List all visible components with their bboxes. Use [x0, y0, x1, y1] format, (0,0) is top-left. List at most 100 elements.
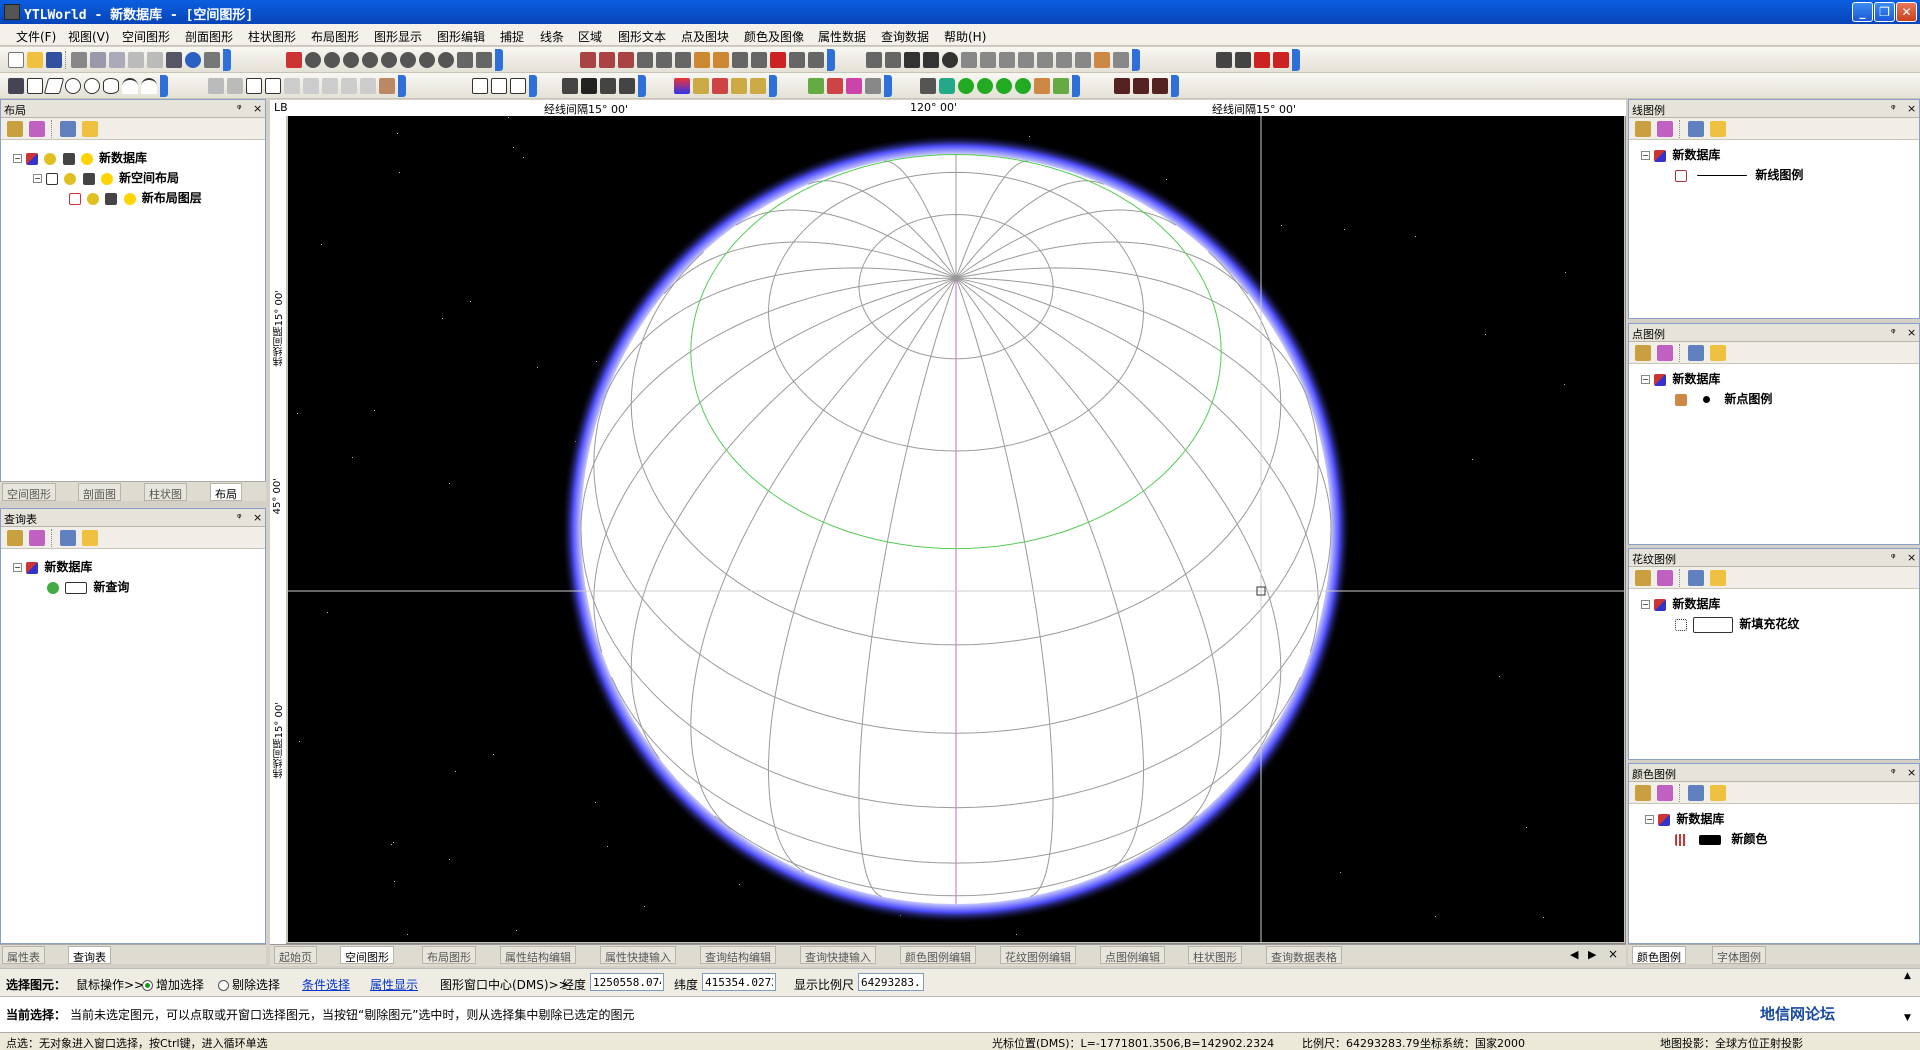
add-select-radio[interactable]: 增加选择: [142, 976, 204, 993]
tree-node-query[interactable]: 新查询: [47, 578, 129, 595]
lock-icon[interactable]: [82, 172, 95, 185]
zoom-next-icon[interactable]: [419, 52, 435, 68]
corner-2-icon[interactable]: [322, 78, 338, 94]
bulb-icon[interactable]: [80, 152, 93, 165]
split-icon[interactable]: [789, 52, 805, 68]
menu-area[interactable]: 区域: [578, 28, 602, 45]
collapse-icon[interactable]: −: [1641, 375, 1650, 384]
tab-color-legend[interactable]: 颜色图例: [1632, 946, 1686, 964]
scroll-up-icon[interactable]: ▲: [1904, 971, 1911, 981]
pin-icon[interactable]: ᵠ: [1891, 551, 1896, 564]
remove-select-radio[interactable]: 剔除选择: [218, 976, 280, 993]
tree-node-pattern-legend[interactable]: 新填充花纹: [1675, 615, 1799, 633]
attribute-show-link[interactable]: 属性显示: [370, 976, 418, 993]
tree-node-database[interactable]: − 新数据库: [1641, 370, 1720, 387]
zoom-icon[interactable]: [305, 52, 321, 68]
maximize-button[interactable]: ❐: [1874, 2, 1895, 22]
ellipse-icon[interactable]: [103, 78, 119, 94]
tree-node-point-legend[interactable]: 新点图例: [1675, 390, 1772, 407]
copy-icon[interactable]: [90, 52, 106, 68]
collapse-icon[interactable]: −: [1641, 600, 1650, 609]
add-icon[interactable]: [7, 120, 23, 137]
undo-draw-icon[interactable]: [8, 78, 24, 94]
paste-icon[interactable]: [109, 52, 125, 68]
collapse-icon[interactable]: −: [1645, 815, 1654, 824]
collapse-icon[interactable]: −: [13, 563, 22, 572]
cut-icon[interactable]: [71, 52, 87, 68]
misc-2-icon[interactable]: [1133, 78, 1149, 94]
condition-select-link[interactable]: 条件选择: [302, 976, 350, 993]
menu-edit[interactable]: 图形编辑: [437, 28, 485, 45]
doc-tab-spatial[interactable]: 空间图形: [340, 946, 394, 964]
misc-3-icon[interactable]: [1152, 78, 1168, 94]
menu-attribute[interactable]: 属性数据: [818, 28, 866, 45]
scale-input[interactable]: [858, 973, 924, 991]
bulb-icon[interactable]: [100, 172, 113, 185]
merge-icon[interactable]: [1075, 52, 1091, 68]
cross-icon[interactable]: [904, 52, 920, 68]
intersect-icon[interactable]: [637, 52, 653, 68]
menu-line[interactable]: 线条: [540, 28, 564, 45]
collapse-icon[interactable]: −: [13, 154, 22, 163]
tree-node-color-legend[interactable]: 新颜色: [1675, 830, 1767, 847]
property-icon[interactable]: [29, 529, 45, 546]
tab-scroll-right-icon[interactable]: ▶: [1588, 948, 1596, 961]
table-view-icon[interactable]: [60, 120, 76, 137]
rectangle-icon[interactable]: [27, 78, 43, 94]
pencil-icon[interactable]: [885, 52, 901, 68]
redo-icon[interactable]: [147, 52, 163, 68]
folder-icon[interactable]: [82, 529, 98, 546]
text-underline-icon[interactable]: [510, 78, 526, 94]
curve-tool-icon[interactable]: [599, 52, 615, 68]
context-help-icon[interactable]: [204, 52, 220, 68]
zoom-in-icon[interactable]: [324, 52, 340, 68]
save-icon[interactable]: [46, 52, 62, 68]
layer-2-icon[interactable]: [712, 78, 728, 94]
window-2-icon[interactable]: [1235, 52, 1251, 68]
cloud-icon[interactable]: [208, 78, 224, 94]
move-icon[interactable]: [923, 52, 939, 68]
doc-tab-attr-input[interactable]: 属性快捷输入: [600, 946, 676, 964]
tab-query-table[interactable]: 查询表: [68, 946, 111, 964]
collapse-icon[interactable]: −: [33, 174, 42, 183]
text-block-icon[interactable]: [491, 78, 507, 94]
folder-icon[interactable]: [1710, 344, 1726, 361]
region-6-icon[interactable]: [1015, 78, 1031, 94]
grid-icon[interactable]: [476, 52, 492, 68]
tree-node-database[interactable]: − 新数据库: [1641, 146, 1720, 163]
corner-icon[interactable]: [303, 78, 319, 94]
folder-icon[interactable]: [1710, 120, 1726, 137]
snap-icon[interactable]: [713, 52, 729, 68]
table-view-icon[interactable]: [1688, 120, 1704, 137]
skew-icon[interactable]: [980, 52, 996, 68]
new-icon[interactable]: [8, 52, 24, 68]
pin-icon[interactable]: ᵠ: [1891, 102, 1896, 115]
folder-icon[interactable]: [82, 120, 98, 137]
frame-icon[interactable]: [808, 52, 824, 68]
latitude-input[interactable]: [702, 973, 776, 991]
rotate-icon[interactable]: [942, 52, 958, 68]
menu-snap[interactable]: 捕捉: [500, 28, 524, 45]
menu-layout[interactable]: 布局图形: [311, 28, 359, 45]
menu-color[interactable]: 颜色及图像: [744, 28, 804, 45]
zoom-prev-icon[interactable]: [400, 52, 416, 68]
tree-node-line-legend[interactable]: 新线图例: [1675, 166, 1803, 183]
pan-icon[interactable]: [457, 52, 473, 68]
tree-node-layout[interactable]: − 新空间布局: [33, 169, 179, 186]
select-arrow-icon[interactable]: [286, 52, 302, 68]
style-3-icon[interactable]: [865, 78, 881, 94]
add-icon[interactable]: [1635, 569, 1651, 586]
help-icon[interactable]: [185, 52, 201, 68]
region-7-icon[interactable]: [1034, 78, 1050, 94]
text-edit-icon[interactable]: [562, 78, 578, 94]
close-panel-icon[interactable]: ×: [253, 511, 262, 524]
doc-tab-pattern-legend[interactable]: 花纹图例编辑: [1000, 946, 1076, 964]
doc-tab-layout[interactable]: 布局图形: [422, 946, 476, 964]
doc-tab-column[interactable]: 柱状图形: [1188, 946, 1242, 964]
refresh-icon[interactable]: [438, 52, 454, 68]
map-canvas[interactable]: [288, 116, 1624, 942]
close-panel-icon[interactable]: ×: [253, 102, 262, 115]
zoom-out-icon[interactable]: [343, 52, 359, 68]
arc-icon[interactable]: [122, 78, 138, 94]
image-icon[interactable]: [379, 78, 395, 94]
